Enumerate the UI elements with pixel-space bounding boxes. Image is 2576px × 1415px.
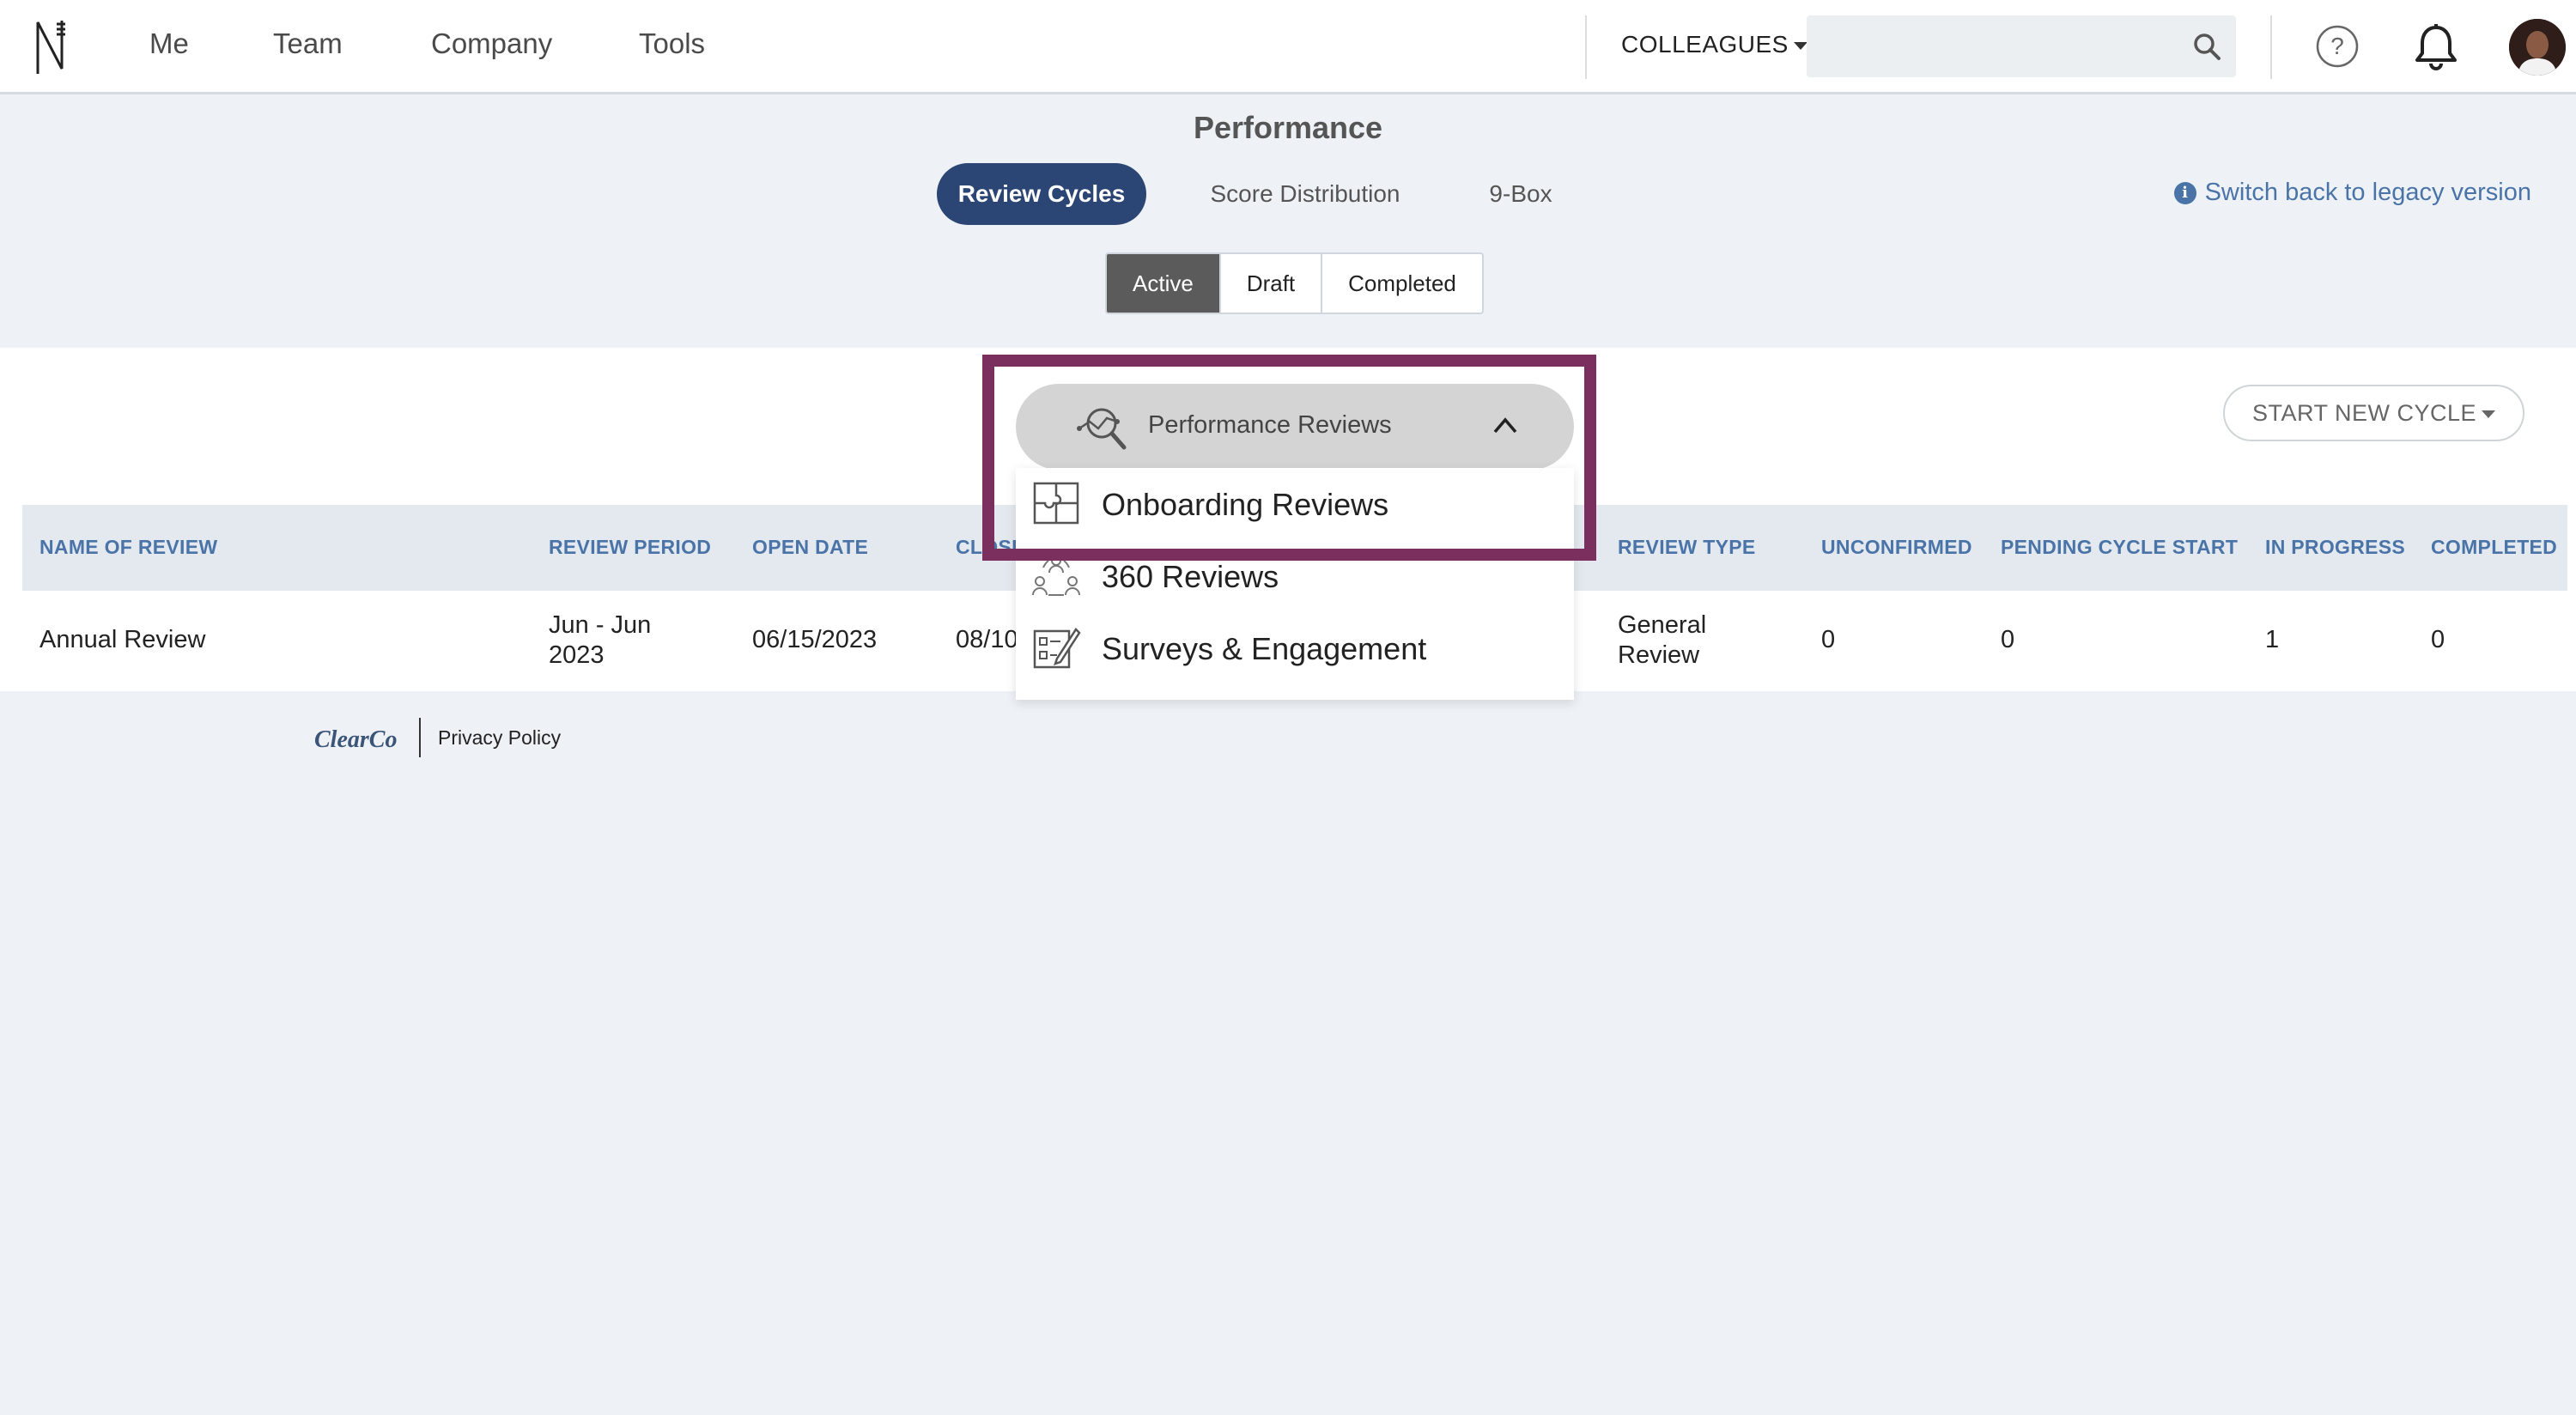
pending-count-cell: 0 — [2001, 626, 2015, 653]
colleagues-label: COLLEAGUES — [1621, 31, 1789, 58]
review-name-cell[interactable]: Annual Review — [39, 625, 205, 655]
legacy-link-label: Switch back to legacy version — [2204, 179, 2531, 206]
column-header-in-progress[interactable]: IN PROGRESS — [2265, 536, 2405, 559]
help-icon[interactable]: ? — [2315, 24, 2360, 69]
filter-active-button[interactable]: Active — [1107, 254, 1221, 313]
menu-item-360-reviews[interactable]: 360 Reviews — [1016, 540, 1574, 609]
column-header-pending-cycle-start[interactable]: PENDING CYCLE START — [2001, 536, 2238, 559]
in-progress-count-cell: 1 — [2265, 626, 2280, 653]
column-header-review-period[interactable]: REVIEW PERIOD — [549, 536, 711, 559]
top-navigation-bar: Me Team Company Tools COLLEAGUES ? — [0, 0, 2576, 94]
colleagues-dropdown[interactable]: COLLEAGUES — [1621, 31, 1807, 58]
review-type-line: Review — [1618, 641, 1700, 669]
nav-item-company[interactable]: Company — [431, 27, 552, 60]
chevron-up-icon — [1493, 417, 1517, 434]
review-period-line: Jun - Jun — [549, 611, 652, 639]
footer-divider — [419, 718, 421, 757]
search-icon[interactable] — [2191, 31, 2222, 62]
avatar-image-icon — [2509, 19, 2566, 76]
menu-item-label: 360 Reviews — [1102, 559, 1279, 594]
review-category-menu: Onboarding Reviews 360 Reviews Surveys & — [1016, 468, 1574, 700]
start-new-cycle-label: START NEW CYCLE — [2251, 400, 2476, 426]
company-logo: ClearCo — [314, 726, 398, 753]
puzzle-icon — [1033, 482, 1079, 525]
search-box — [1807, 15, 2236, 77]
nav-divider — [1585, 15, 1587, 79]
page-title: Performance — [1193, 110, 1383, 145]
completed-count-cell: 0 — [2431, 626, 2445, 653]
menu-item-onboarding-reviews[interactable]: Onboarding Reviews — [1016, 468, 1574, 537]
people-cycle-icon — [1032, 556, 1080, 596]
filter-completed-button[interactable]: Completed — [1322, 254, 1482, 313]
performance-magnifier-icon — [1077, 408, 1127, 450]
menu-item-label: Onboarding Reviews — [1102, 487, 1389, 522]
review-period-line: 2023 — [549, 641, 605, 669]
nav-item-me[interactable]: Me — [149, 27, 189, 60]
tab-9-box[interactable]: 9-Box — [1472, 163, 1570, 225]
review-category-dropdown: Performance Reviews Onboarding Reviews 3… — [1016, 384, 1574, 700]
review-type-line: General — [1618, 611, 1707, 639]
notification-bell-icon[interactable] — [2413, 22, 2459, 72]
survey-form-icon — [1033, 628, 1081, 669]
info-icon: i — [2173, 181, 2196, 204]
review-type-cell: General Review — [1618, 610, 1706, 671]
column-header-unconfirmed[interactable]: UNCONFIRMED — [1821, 536, 1972, 559]
tab-review-cycles[interactable]: Review Cycles — [937, 163, 1146, 225]
legacy-version-link[interactable]: i Switch back to legacy version — [2173, 179, 2531, 207]
column-header-name[interactable]: NAME OF REVIEW — [39, 536, 217, 559]
status-filter-group: Active Draft Completed — [1105, 252, 1484, 314]
start-new-cycle-button[interactable]: START NEW CYCLE — [2222, 385, 2524, 441]
unconfirmed-count-cell: 0 — [1821, 626, 1836, 653]
menu-item-surveys-engagement[interactable]: Surveys & Engagement — [1016, 612, 1574, 681]
column-header-review-type[interactable]: REVIEW TYPE — [1618, 536, 1756, 559]
app-logo-icon[interactable] — [34, 17, 69, 77]
selected-category-label: Performance Reviews — [1148, 411, 1392, 439]
review-category-toggle[interactable]: Performance Reviews — [1016, 384, 1574, 470]
column-header-open-date[interactable]: OPEN DATE — [752, 536, 868, 559]
menu-item-label: Surveys & Engagement — [1102, 631, 1427, 666]
privacy-policy-link[interactable]: Privacy Policy — [438, 726, 561, 750]
nav-item-tools[interactable]: Tools — [639, 27, 705, 60]
nav-divider — [2270, 15, 2272, 79]
search-input[interactable] — [1807, 15, 2236, 77]
close-date-cell: 08/10 — [956, 626, 1018, 653]
review-period-cell: Jun - Jun 2023 — [549, 610, 651, 671]
caret-down-icon — [2482, 410, 2495, 419]
svg-text:?: ? — [2330, 33, 2344, 59]
caret-down-icon — [1793, 42, 1807, 51]
column-header-completed[interactable]: COMPLETED — [2431, 536, 2557, 559]
filter-draft-button[interactable]: Draft — [1221, 254, 1323, 313]
open-date-cell: 06/15/2023 — [752, 626, 878, 653]
tab-score-distribution[interactable]: Score Distribution — [1188, 163, 1422, 225]
nav-item-team[interactable]: Team — [273, 27, 343, 60]
user-avatar[interactable] — [2509, 19, 2566, 76]
